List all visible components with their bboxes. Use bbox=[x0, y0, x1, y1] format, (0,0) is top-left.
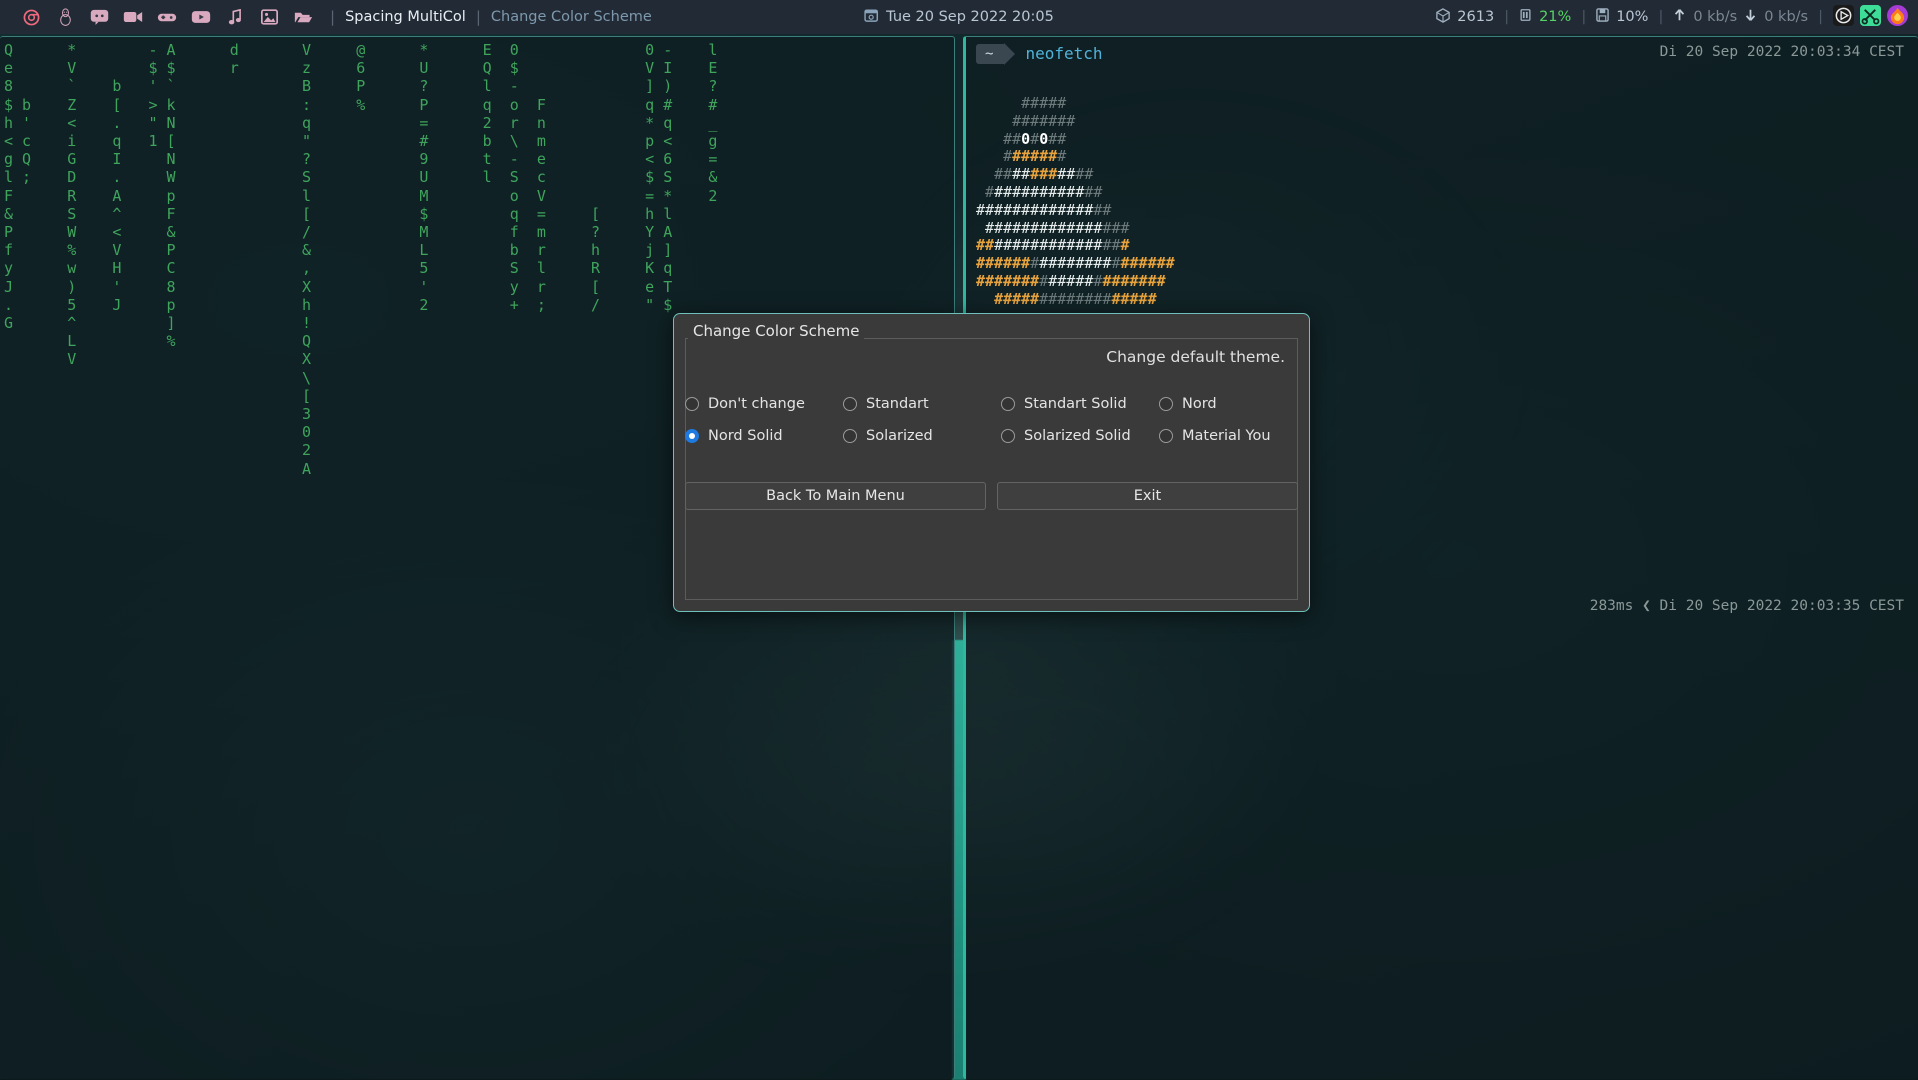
radio-option-standart[interactable]: Standart bbox=[843, 396, 1001, 412]
radio-button-icon[interactable] bbox=[1159, 397, 1173, 411]
radio-option-label: Standart bbox=[866, 396, 929, 412]
network-widget[interactable]: 0 kb/s 0 kb/s bbox=[1663, 8, 1818, 26]
dialog-description: Change default theme. bbox=[1106, 348, 1285, 366]
image-icon[interactable] bbox=[252, 0, 286, 34]
panel-separator-2: | bbox=[476, 8, 481, 26]
radio-button-icon[interactable] bbox=[1159, 429, 1173, 443]
calendar-icon bbox=[864, 8, 878, 26]
panel-separator-1: | bbox=[330, 8, 335, 26]
dialog-button-row: Back To Main Menu Exit bbox=[685, 482, 1298, 510]
panel-clock[interactable]: Tue 20 Sep 2022 20:05 bbox=[864, 8, 1054, 26]
popos-ascii-logo: ##### ####### ##0#0## ####### ##########… bbox=[976, 95, 1175, 309]
radio-option-label: Standart Solid bbox=[1024, 396, 1127, 412]
radio-button-icon[interactable] bbox=[685, 397, 699, 411]
radio-option-label: Solarized bbox=[866, 428, 933, 444]
memory-icon bbox=[1519, 8, 1532, 26]
memory-widget[interactable]: 21% bbox=[1509, 8, 1581, 26]
prompt-command: neofetch bbox=[1025, 45, 1102, 63]
clock-text: Tue 20 Sep 2022 20:05 bbox=[886, 9, 1054, 25]
linux-penguin-icon[interactable] bbox=[48, 0, 82, 34]
package-count-widget[interactable]: 2613 bbox=[1426, 8, 1504, 27]
workspace-title: Spacing MultiCol bbox=[345, 9, 466, 25]
prompt-arrow-icon bbox=[1004, 43, 1015, 65]
radio-option-don-t-change[interactable]: Don't change bbox=[685, 396, 843, 412]
back-to-main-menu-button[interactable]: Back To Main Menu bbox=[685, 482, 986, 510]
neofetch-timestamp-bottom: 283ms ❮ Di 20 Sep 2022 20:03:35 CEST bbox=[1590, 597, 1904, 615]
radio-button-icon[interactable] bbox=[685, 429, 699, 443]
video-camera-icon[interactable] bbox=[116, 0, 150, 34]
arrow-down-icon bbox=[1744, 8, 1757, 26]
dialog-frame-border bbox=[685, 338, 1298, 600]
radio-button-icon[interactable] bbox=[843, 429, 857, 443]
exit-button[interactable]: Exit bbox=[997, 482, 1298, 510]
discord-icon[interactable] bbox=[82, 0, 116, 34]
prompt-home-segment: ~ bbox=[976, 44, 1004, 64]
music-note-icon[interactable] bbox=[218, 0, 252, 34]
neofetch-timestamp-top: Di 20 Sep 2022 20:03:34 CEST bbox=[1660, 43, 1904, 61]
radio-button-icon[interactable] bbox=[843, 397, 857, 411]
folder-open-icon[interactable] bbox=[286, 0, 320, 34]
dialog-title: Change Color Scheme bbox=[688, 322, 864, 340]
radio-option-label: Material You bbox=[1182, 428, 1271, 444]
button-label: Exit bbox=[1134, 488, 1161, 504]
radio-option-label: Nord bbox=[1182, 396, 1217, 412]
radio-option-nord[interactable]: Nord bbox=[1159, 396, 1299, 412]
radio-option-solarized-solid[interactable]: Solarized Solid bbox=[1001, 428, 1159, 444]
flame-icon[interactable] bbox=[1887, 5, 1908, 30]
radio-option-label: Solarized Solid bbox=[1024, 428, 1131, 444]
download-rate: 0 kb/s bbox=[1764, 9, 1808, 25]
color-scheme-radio-group: Don't change Standart Standart Solid Nord No… bbox=[685, 396, 1298, 444]
disk-percent: 10% bbox=[1616, 9, 1648, 25]
panel-right-section: 2613 | 21% | 10% | 0 kb/s 0 kb/s bbox=[1426, 0, 1908, 34]
disk-widget[interactable]: 10% bbox=[1586, 8, 1658, 26]
radio-option-label: Nord Solid bbox=[708, 428, 783, 444]
radio-option-nord-solid[interactable]: Nord Solid bbox=[685, 428, 843, 444]
package-icon bbox=[1436, 8, 1450, 27]
chrome-icon[interactable] bbox=[14, 0, 48, 34]
floppy-disk-icon bbox=[1596, 8, 1609, 26]
radio-button-icon[interactable] bbox=[1001, 429, 1015, 443]
arrow-up-icon bbox=[1673, 8, 1686, 26]
active-window-title: Change Color Scheme bbox=[491, 9, 652, 25]
gamepad-icon[interactable] bbox=[150, 0, 184, 34]
radio-button-icon[interactable] bbox=[1001, 397, 1015, 411]
change-color-scheme-dialog: Change Color Scheme Change default theme… bbox=[673, 313, 1310, 612]
memory-percent: 21% bbox=[1539, 9, 1571, 25]
upload-rate: 0 kb/s bbox=[1693, 9, 1737, 25]
youtube-icon[interactable] bbox=[184, 0, 218, 34]
radio-option-material-you[interactable]: Material You bbox=[1159, 428, 1299, 444]
button-label: Back To Main Menu bbox=[766, 488, 905, 504]
radio-option-solarized[interactable]: Solarized bbox=[843, 428, 1001, 444]
top-panel: | Spacing MultiCol | Change Color Scheme… bbox=[0, 0, 1918, 34]
package-count: 2613 bbox=[1457, 9, 1494, 25]
scissors-icon[interactable] bbox=[1860, 5, 1881, 30]
panel-left-section: | Spacing MultiCol | Change Color Scheme bbox=[0, 0, 652, 34]
screen-record-icon[interactable] bbox=[1833, 5, 1854, 30]
radio-option-standart-solid[interactable]: Standart Solid bbox=[1001, 396, 1159, 412]
radio-option-label: Don't change bbox=[708, 396, 805, 412]
system-tray bbox=[1823, 5, 1908, 30]
